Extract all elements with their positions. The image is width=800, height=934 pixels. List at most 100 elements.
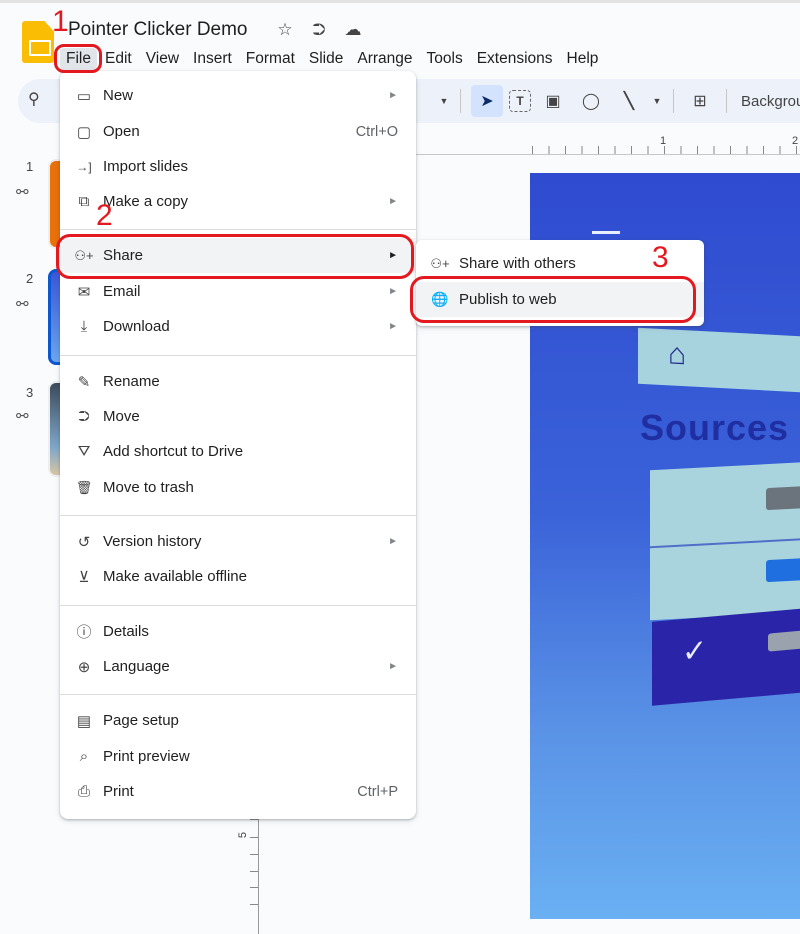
google-slides-window: Pointer Clicker Demo ☆ ⮊ ☁ File Edit Vie… (0, 0, 800, 934)
select-icon[interactable]: ➤ (471, 85, 503, 117)
new-slides-icon: ▭ (76, 87, 92, 105)
slide-number: 1 (26, 159, 34, 174)
linked-slide-icon[interactable]: ⚯ (16, 295, 29, 313)
annotation-step-3: 3 (652, 241, 669, 274)
home-icon: ⌂ (668, 337, 687, 372)
ruler-tick (250, 854, 258, 855)
document-title[interactable]: Pointer Clicker Demo (68, 19, 248, 41)
ruler-tick (250, 837, 258, 838)
menu-item-label: Print (103, 783, 134, 800)
vertical-ruler[interactable] (258, 803, 260, 934)
folder-icon: ▢ (76, 123, 92, 141)
move-to-folder-icon[interactable]: ⮊ (310, 20, 328, 40)
menu-divider (60, 694, 416, 695)
menu-help[interactable]: Help (561, 48, 605, 70)
menu-item-label: Make available offline (103, 568, 247, 585)
menu-item-make-available-offline[interactable]: ⊻ Make available offline (60, 559, 416, 594)
menu-view[interactable]: View (140, 48, 185, 70)
star-icon[interactable]: ☆ (276, 20, 294, 40)
zoom-dropdown-icon[interactable]: ▼ (438, 96, 450, 106)
background-button[interactable]: Backgrour (741, 93, 800, 110)
menu-edit[interactable]: Edit (99, 48, 138, 70)
menu-item-label: Import slides (103, 158, 189, 175)
globe-icon: ⊕ (77, 658, 91, 676)
menu-item-version-history[interactable]: ↺ Version history ► (60, 524, 416, 559)
menu-divider (60, 515, 416, 516)
menu-item-move-to-trash[interactable]: 🗑 Move to trash (60, 470, 416, 505)
print-icon: ⎙ (77, 783, 90, 800)
linked-slide-icon[interactable]: ⚯ (16, 183, 29, 201)
menu-item-details[interactable]: ⓘ Details (60, 614, 416, 649)
menu-arrange[interactable]: Arrange (351, 48, 418, 70)
menu-item-print-preview[interactable]: ⌕ Print preview (60, 739, 416, 774)
menu-divider (60, 229, 416, 230)
shape-icon[interactable]: ◯ (575, 85, 607, 117)
search-menus-icon[interactable]: ⚲ (28, 89, 52, 113)
ruler-tick (250, 871, 258, 872)
menu-extensions[interactable]: Extensions (471, 48, 559, 70)
submenu-arrow-icon: ► (388, 286, 398, 297)
menu-item-label: Move to trash (103, 479, 194, 496)
menu-item-label: Language (103, 658, 170, 675)
slide-number: 2 (26, 271, 34, 286)
menu-item-label: Version history (103, 533, 202, 550)
offline-icon: ⊻ (78, 568, 90, 586)
linked-slide-icon[interactable]: ⚯ (16, 407, 29, 425)
menu-insert[interactable]: Insert (187, 48, 238, 70)
menu-item-email[interactable]: ✉ Email ► (60, 274, 416, 309)
ruler-label: 2 (792, 135, 799, 147)
history-icon: ↺ (77, 533, 91, 551)
cloud-saved-icon[interactable]: ☁ (344, 20, 362, 40)
menu-item-print[interactable]: ⎙ Print Ctrl+P (60, 774, 416, 809)
menu-item-import-slides[interactable]: →] Import slides (60, 149, 416, 184)
text-box-icon[interactable]: T (509, 90, 531, 112)
menu-item-download[interactable]: ⤓ Download ► (60, 309, 416, 344)
line-icon[interactable]: ╲ (613, 85, 645, 117)
ruler-tick (250, 904, 258, 905)
email-icon: ✉ (77, 283, 91, 301)
slides-logo-icon[interactable] (22, 21, 54, 63)
line-dropdown-icon[interactable]: ▼ (651, 96, 663, 106)
toolbar-divider (460, 89, 461, 113)
shortcut-label: Ctrl+O (355, 123, 398, 140)
menu-slide[interactable]: Slide (303, 48, 349, 70)
menu-item-language[interactable]: ⊕ Language ► (60, 649, 416, 684)
menu-item-label: Move (103, 408, 140, 425)
shortcut-label: Ctrl+P (357, 783, 398, 800)
menu-item-label: Open (103, 123, 140, 140)
sources-list-panel (650, 459, 800, 621)
image-icon[interactable]: ▣ (537, 85, 569, 117)
menu-item-label: New (103, 87, 134, 104)
annotation-step-1: 1 (52, 5, 69, 38)
annotation-step-2: 2 (96, 199, 113, 232)
import-icon: →] (76, 159, 92, 174)
hdmi-icon (766, 558, 800, 583)
download-icon: ⤓ (80, 318, 88, 335)
list-divider (650, 535, 800, 549)
menu-format[interactable]: Format (240, 48, 301, 70)
horizontal-ruler[interactable]: 1 2 (416, 125, 800, 155)
menu-item-open[interactable]: ▢ Open Ctrl+O (60, 114, 416, 149)
menu-item-label: Add shortcut to Drive (103, 443, 244, 460)
submenu-arrow-icon: ► (388, 90, 398, 101)
menu-item-add-shortcut[interactable]: ⛛ Add shortcut to Drive (60, 434, 416, 469)
print-preview-icon: ⌕ (79, 748, 89, 765)
add-comment-icon[interactable]: ⊞ (684, 85, 716, 117)
submenu-arrow-icon: ► (388, 536, 398, 547)
menu-tools[interactable]: Tools (421, 48, 469, 70)
menu-item-label: Download (103, 318, 170, 335)
menu-item-label: Email (103, 283, 141, 300)
selected-source-panel: ✓ (652, 604, 800, 706)
menu-item-make-a-copy[interactable]: ⧉ Make a copy ► (60, 184, 416, 219)
menu-item-rename[interactable]: ✎ Rename (60, 364, 416, 399)
usb-icon (766, 486, 800, 511)
ruler-ticks (532, 146, 800, 154)
menubar: File Edit View Insert Format Slide Arran… (60, 48, 606, 70)
menu-item-new[interactable]: ▭ New ► (60, 78, 416, 113)
menu-item-move[interactable]: ⮊ Move (60, 399, 416, 434)
person-add-icon: ⚇+ (430, 255, 450, 271)
submenu-arrow-icon: ► (388, 661, 398, 672)
rename-icon: ✎ (77, 373, 91, 391)
menu-item-page-setup[interactable]: ▤ Page setup (60, 703, 416, 738)
menu-item-label: Make a copy (103, 193, 189, 210)
